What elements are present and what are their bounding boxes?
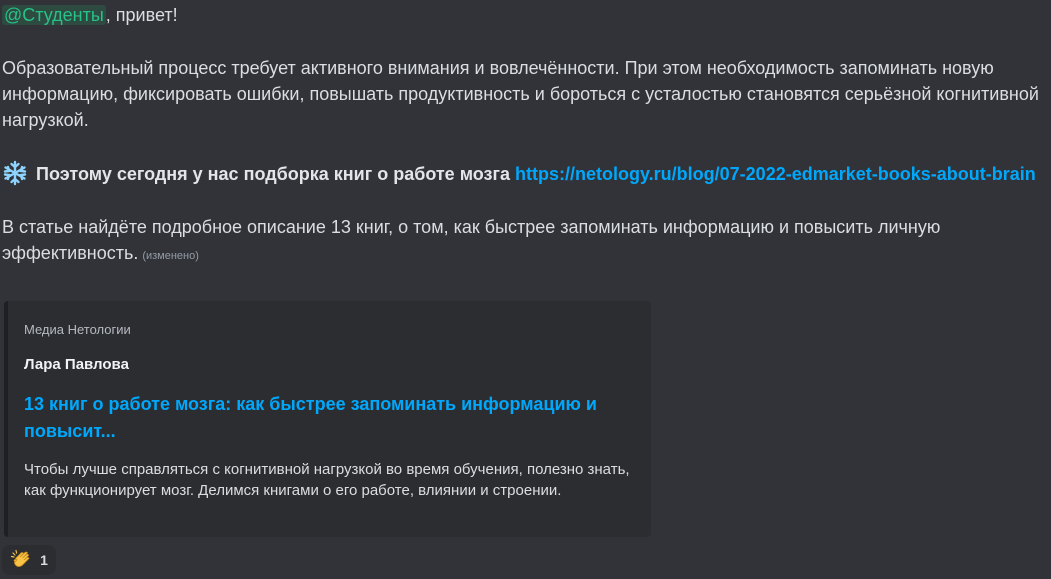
paragraph-description: В статье найдёте подробное описание 13 к…: [2, 214, 1047, 269]
message-content: @Студенты, привет! Образовательный проце…: [2, 2, 1047, 269]
article-link[interactable]: https://netology.ru/blog/07-2022-edmarke…: [515, 164, 1036, 184]
embed-title-link[interactable]: 13 книг о работе мозга: как быстрее запо…: [24, 391, 635, 445]
edited-label: (изменено): [142, 250, 199, 262]
greeting-line: @Студенты, привет!: [2, 2, 1047, 28]
bold-announcement: Поэтому сегодня у нас подборка книг о ра…: [36, 164, 510, 184]
snowflake-icon: [2, 160, 28, 186]
embed-author: Лара Павлова: [24, 356, 129, 373]
embed-provider[interactable]: Медиа Нетологии: [24, 321, 635, 339]
embed-description: Чтобы лучше справляться с когнитивной на…: [24, 461, 630, 499]
greeting-text: , привет!: [105, 5, 178, 25]
reaction-count: 1: [40, 552, 48, 568]
paragraph-link: Поэтому сегодня у нас подборка книг о ра…: [2, 160, 1047, 187]
role-mention[interactable]: @Студенты: [2, 5, 106, 25]
paragraph-intro: Образовательный процесс требует активног…: [2, 58, 1039, 130]
reaction-button[interactable]: 1: [2, 545, 56, 575]
clapping-hands-icon: [10, 549, 32, 571]
link-embed: Медиа Нетологии Лара Павлова 13 книг о р…: [4, 301, 651, 537]
